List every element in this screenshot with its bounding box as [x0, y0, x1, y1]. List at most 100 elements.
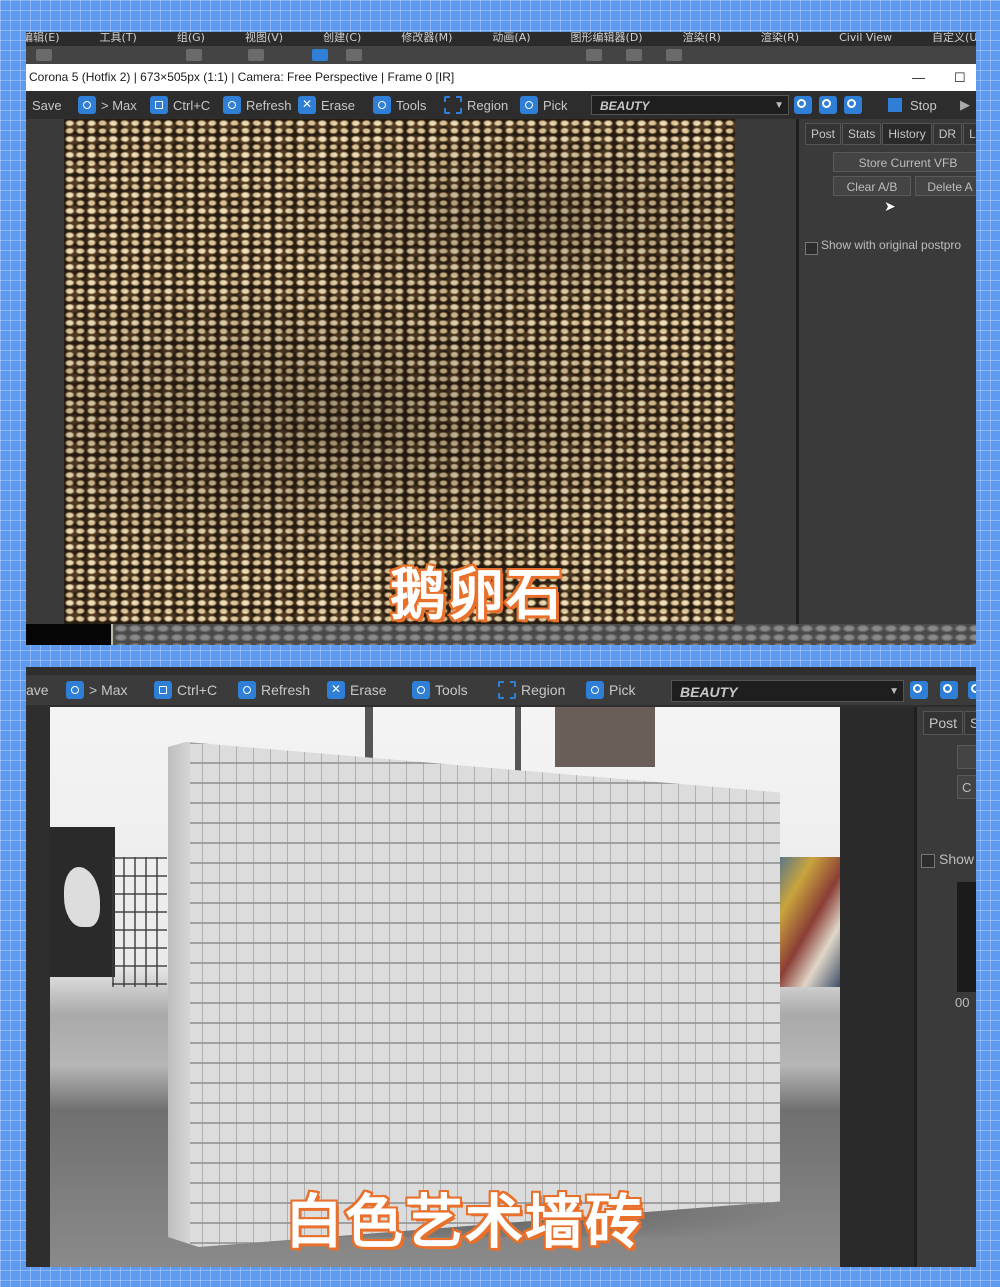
- refresh-icon: [238, 681, 256, 699]
- vfb-side-panel: Post Stats History DR L Store Current VF…: [796, 119, 976, 624]
- region-button[interactable]: Region: [444, 91, 508, 119]
- store-vfb-button[interactable]: Store Current VFB: [833, 152, 976, 172]
- toolbar-icon[interactable]: [346, 49, 362, 61]
- viewport-margin: [840, 707, 914, 1267]
- render-pass-select[interactable]: BEAUTY ▼: [591, 95, 789, 115]
- tools-button[interactable]: Tools: [373, 91, 426, 119]
- zoom-out-icon[interactable]: [940, 681, 958, 699]
- zoom-fit-icon[interactable]: [844, 96, 862, 114]
- erase-icon: [298, 96, 316, 114]
- delete-all-button[interactable]: Delete A: [915, 176, 976, 196]
- chevron-down-icon: ▼: [889, 686, 899, 697]
- tab-dr[interactable]: DR: [932, 123, 963, 145]
- vfb-toolbar: ave > Max Ctrl+C Refresh Erase Tools Reg…: [26, 675, 976, 705]
- max-menubar: 编辑(E) 工具(T) 组(G) 视图(V) 创建(C) 修改器(M) 动画(A) 图形编辑器…: [26, 32, 976, 46]
- maximize-icon[interactable]: ☐: [954, 64, 966, 91]
- minimize-icon[interactable]: —: [912, 64, 925, 91]
- menu-views[interactable]: 视图(V): [245, 32, 283, 44]
- copy-button[interactable]: Ctrl+C: [150, 91, 210, 119]
- copy-button[interactable]: Ctrl+C: [154, 675, 217, 705]
- toolbar-icon[interactable]: [666, 49, 682, 61]
- render-image-pebbles: [64, 119, 735, 624]
- tab-stats[interactable]: S: [964, 711, 976, 735]
- menu-graph-editors[interactable]: 图形编辑器(D): [571, 32, 643, 44]
- menu-customize[interactable]: 自定义(U): [932, 32, 976, 44]
- side-tabs: Post Stats History DR L: [805, 123, 976, 145]
- vfb-side-panel: Post S C Show 00: [914, 707, 976, 1267]
- region-icon: [498, 681, 516, 699]
- background-graffiti-panel: [50, 827, 115, 977]
- render-pass-select[interactable]: BEAUTY ▼: [671, 680, 904, 702]
- menu-tools[interactable]: 工具(T): [100, 32, 137, 44]
- refresh-button[interactable]: Refresh: [223, 91, 292, 119]
- tab-post[interactable]: Post: [805, 123, 842, 145]
- menu-rendering[interactable]: 渲染(R): [683, 32, 721, 44]
- menu-rendering-2[interactable]: 渲染(R): [761, 32, 799, 44]
- stop-button[interactable]: Stop: [888, 91, 937, 119]
- zoom-in-icon[interactable]: [910, 681, 928, 699]
- to-max-button[interactable]: > Max: [66, 675, 128, 705]
- copy-icon: [150, 96, 168, 114]
- stop-icon: [888, 98, 902, 112]
- to-max-button[interactable]: > Max: [78, 91, 137, 119]
- tools-button[interactable]: Tools: [412, 675, 468, 705]
- move-icon[interactable]: [312, 49, 328, 61]
- tab-stats[interactable]: Stats: [842, 123, 882, 145]
- clear-ab-button[interactable]: Clear A/B: [833, 176, 911, 196]
- mouse-cursor-icon: ➤: [884, 199, 896, 215]
- pick-button[interactable]: Pick: [520, 91, 568, 119]
- tab-history[interactable]: History: [882, 123, 932, 145]
- hand-icon: [520, 96, 538, 114]
- refresh-button[interactable]: Refresh: [238, 675, 310, 705]
- toolbar-icon[interactable]: [36, 49, 52, 61]
- side-tabs: Post S: [923, 711, 976, 735]
- caption-white-brick: 白色艺术墙砖: [283, 1186, 646, 1258]
- max-main-toolbar: [26, 46, 976, 64]
- window-title: Corona 5 (Hotfix 2) | 673×505px (1:1) | …: [29, 70, 455, 84]
- region-button[interactable]: Region: [498, 675, 565, 705]
- zoom-out-icon[interactable]: [819, 96, 837, 114]
- toolbar-icon[interactable]: [626, 49, 642, 61]
- gear-icon: [412, 681, 430, 699]
- history-number: 00: [955, 995, 970, 1010]
- show-original-checkbox[interactable]: [921, 854, 935, 868]
- hand-icon: [586, 681, 604, 699]
- save-button[interactable]: Save: [32, 91, 62, 119]
- menu-create[interactable]: 创建(C): [323, 32, 361, 44]
- side-button[interactable]: [957, 745, 976, 769]
- vfb-window-titlebar: Corona 5 (Hotfix 2) | 673×505px (1:1) | …: [26, 64, 976, 91]
- show-original-label: Show with original postpro: [821, 238, 962, 252]
- menu-group[interactable]: 组(G): [177, 32, 205, 44]
- menu-animation[interactable]: 动画(A): [492, 32, 530, 44]
- history-thumbnail[interactable]: [957, 882, 976, 992]
- erase-button[interactable]: Erase: [327, 675, 387, 705]
- show-original-label: Show: [939, 851, 975, 867]
- caption-pebbles: 鹅卵石: [388, 561, 564, 630]
- menu-modifiers[interactable]: 修改器(M): [401, 32, 452, 44]
- chevron-down-icon: ▼: [774, 100, 784, 111]
- zoom-fit-icon[interactable]: [968, 681, 976, 699]
- copy-icon: [154, 681, 172, 699]
- save-button[interactable]: ave: [26, 675, 49, 705]
- show-original-checkbox[interactable]: [805, 242, 818, 255]
- background-graffiti-wall: [770, 857, 840, 987]
- gear-icon: [373, 96, 391, 114]
- play-icon[interactable]: ▶: [960, 91, 970, 119]
- toolbar-icon[interactable]: [248, 49, 264, 61]
- refresh-icon: [223, 96, 241, 114]
- menu-civil-view[interactable]: Civil View: [839, 32, 892, 44]
- corona-icon: [78, 96, 96, 114]
- side-button-c[interactable]: C: [957, 775, 976, 799]
- tab-post[interactable]: Post: [923, 711, 964, 735]
- background-scaffolding: [112, 857, 167, 987]
- zoom-in-icon[interactable]: [794, 96, 812, 114]
- menu-edit[interactable]: 编辑(E): [26, 32, 60, 44]
- progress-block: [26, 624, 113, 645]
- toolbar-icon[interactable]: [186, 49, 202, 61]
- erase-button[interactable]: Erase: [298, 91, 355, 119]
- vfb-toolbar: Save > Max Ctrl+C Refresh Erase Tools Re…: [26, 91, 976, 119]
- tab-lightmix[interactable]: L: [963, 123, 976, 145]
- pick-button[interactable]: Pick: [586, 675, 635, 705]
- toolbar-icon[interactable]: [586, 49, 602, 61]
- region-icon: [444, 96, 462, 114]
